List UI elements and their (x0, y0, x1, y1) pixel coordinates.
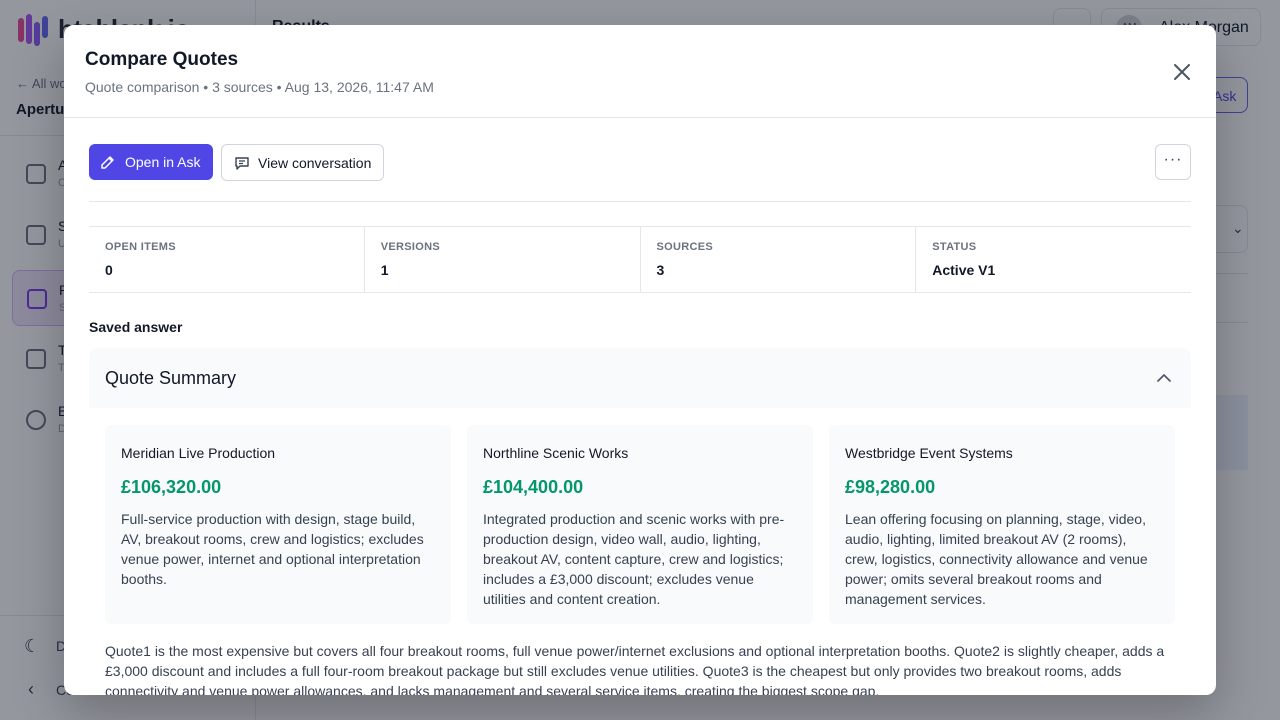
quote-price: £106,320.00 (121, 477, 222, 497)
close-icon[interactable] (1167, 57, 1197, 87)
saved-answer-heading: Saved answer (89, 319, 183, 335)
comparison-paragraph: Quote1 is the most expensive but covers … (105, 643, 1165, 695)
stat-label: SOURCES (656, 241, 713, 253)
stat-sources: SOURCES 3 (641, 227, 917, 292)
stat-value: 1 (380, 262, 389, 278)
quote-vendor-name: Northline Scenic Works (483, 445, 629, 461)
chat-icon (235, 157, 249, 170)
stat-value: 3 (656, 262, 665, 278)
more-options-button[interactable]: ··· (1155, 144, 1191, 180)
quote-price: £104,400.00 (483, 477, 584, 497)
stat-label: VERSIONS (380, 241, 440, 253)
modal-subtitle: Quote comparison • 3 sources • Aug 13, 2… (85, 79, 434, 95)
quote-price: £98,280.00 (845, 477, 936, 497)
stat-open-items: OPEN ITEMS 0 (89, 227, 365, 292)
quote-card: Westbridge Event Systems £98,280.00 Lean… (829, 425, 1175, 624)
compare-quotes-modal: Compare Quotes Quote comparison • 3 sour… (64, 25, 1216, 695)
stat-label: OPEN ITEMS (105, 241, 176, 253)
quote-description: Full-service production with design, sta… (121, 511, 424, 587)
quote-card: Meridian Live Production £106,320.00 Ful… (105, 425, 451, 624)
view-conversation-label: View conversation (258, 155, 372, 171)
quote-description: Integrated production and scenic works w… (483, 511, 785, 607)
stat-status: STATUS Active V1 (916, 227, 1191, 292)
stat-value: 0 (105, 262, 113, 278)
quote-description: Lean offering focusing on planning, stag… (845, 511, 1148, 607)
stat-value: Active V1 (932, 262, 996, 278)
view-conversation-button[interactable]: View conversation (221, 144, 384, 181)
toolbar-divider (89, 201, 1191, 202)
quote-summary-header[interactable]: Quote Summary (89, 348, 1191, 408)
quote-summary-title: Quote Summary (105, 368, 237, 388)
chevron-up-icon[interactable] (1156, 370, 1172, 386)
stats-row: OPEN ITEMS 0 VERSIONS 1 SOURCES 3 STATUS… (89, 226, 1191, 293)
quote-vendor-name: Meridian Live Production (121, 445, 276, 461)
edit-icon (101, 156, 114, 169)
quote-card: Northline Scenic Works £104,400.00 Integ… (467, 425, 813, 624)
stat-versions: VERSIONS 1 (365, 227, 641, 292)
open-in-ask-button[interactable]: Open in Ask (89, 144, 213, 180)
stat-label: STATUS (932, 241, 977, 253)
modal-title: Compare Quotes (85, 49, 239, 70)
quote-vendor-name: Westbridge Event Systems (845, 445, 1013, 461)
open-in-ask-label: Open in Ask (125, 154, 201, 170)
modal-header-divider (64, 117, 1216, 118)
quote-summary-panel: Quote Summary Meridian Live Production £… (89, 348, 1191, 695)
